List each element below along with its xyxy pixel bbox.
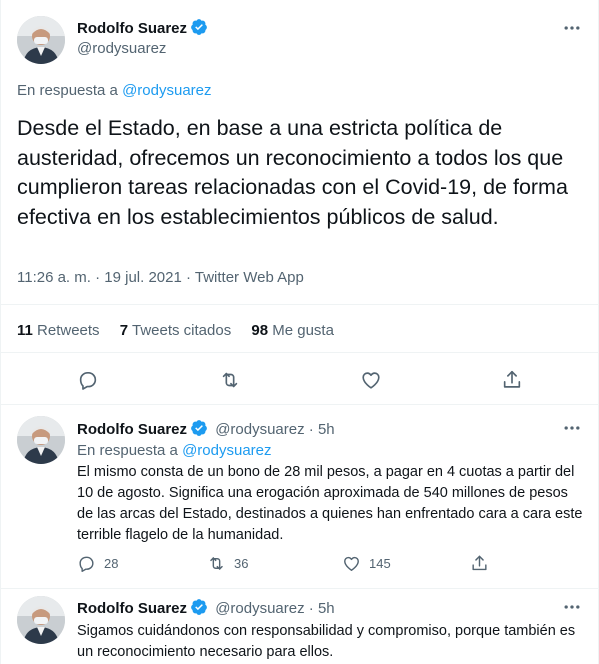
divider xyxy=(1,588,598,589)
tweet-text: Desde el Estado, en base a una estricta … xyxy=(17,116,568,229)
reply-icon xyxy=(79,556,94,572)
more-options-icon[interactable] xyxy=(562,18,582,38)
reply-text: Sigamos cuidándonos con responsabilidad … xyxy=(77,623,576,660)
retweet-icon[interactable] xyxy=(219,369,241,391)
share-icon[interactable] xyxy=(501,369,523,391)
tweet-thread: Rodolfo Suarez @rodysuarez En respuesta … xyxy=(0,0,599,664)
likes-label: Me gusta xyxy=(272,322,334,339)
reply-action[interactable]: 28 xyxy=(77,554,118,573)
avatar[interactable] xyxy=(17,596,65,644)
like-count: 145 xyxy=(369,556,391,571)
like-action[interactable]: 145 xyxy=(342,554,391,573)
retweet-action[interactable]: 36 xyxy=(207,554,248,573)
reply-context: En respuesta a @rodysuarez xyxy=(17,82,212,99)
reply-prefix: En respuesta a xyxy=(17,82,118,99)
likes-stat[interactable]: 98 Me gusta xyxy=(251,322,334,339)
verified-badge-icon xyxy=(191,420,207,436)
retweet-icon xyxy=(210,557,223,570)
reply-text: El mismo consta de un bono de 28 mil pes… xyxy=(77,464,583,543)
share-action[interactable] xyxy=(470,554,489,573)
author-handle[interactable]: @rodysuarez xyxy=(215,600,304,617)
tweet-timestamp[interactable]: 11:26 a. m. · 19 jul. 2021 · Twitter Web… xyxy=(17,269,304,286)
divider xyxy=(1,304,598,305)
reply-header: Rodolfo Suarez @rodysuarez · 5h xyxy=(77,598,335,617)
author-name[interactable]: Rodolfo Suarez xyxy=(77,20,187,37)
reply-to-handle[interactable]: @rodysuarez xyxy=(122,82,211,99)
author-name[interactable]: Rodolfo Suarez xyxy=(77,421,187,438)
divider xyxy=(1,404,598,405)
verified-badge-icon xyxy=(191,19,207,35)
avatar-photo-icon xyxy=(17,16,65,64)
reply-context: En respuesta a @rodysuarez xyxy=(77,442,272,459)
verified-badge-icon xyxy=(191,599,207,615)
retweets-stat[interactable]: 11 Retweets xyxy=(17,322,100,339)
more-options-icon[interactable] xyxy=(562,597,582,617)
reply-header: Rodolfo Suarez @rodysuarez · 5h xyxy=(77,419,335,438)
author-name[interactable]: Rodolfo Suarez xyxy=(77,600,187,617)
avatar[interactable] xyxy=(17,416,65,464)
quotes-count: 7 xyxy=(119,322,129,339)
reply-count: 28 xyxy=(104,556,119,571)
author-handle[interactable]: @rodysuarez xyxy=(77,40,166,57)
avatar-photo-icon xyxy=(17,416,65,464)
retweets-label: Retweets xyxy=(37,322,100,339)
like-icon[interactable] xyxy=(360,369,382,391)
author-handle[interactable]: @rodysuarez xyxy=(215,421,304,438)
tweet-time[interactable]: · 5h xyxy=(309,600,335,617)
tweet-time[interactable]: · 5h xyxy=(309,421,335,438)
divider xyxy=(1,352,598,353)
share-icon xyxy=(472,555,487,571)
like-icon xyxy=(344,556,359,571)
quotes-label: Tweets citados xyxy=(131,322,232,339)
quotes-stat[interactable]: 7 Tweets citados xyxy=(120,322,231,339)
tweet-stats: 11 Retweets 7 Tweets citados 98 Me gusta xyxy=(17,322,334,339)
reply-to-handle[interactable]: @rodysuarez xyxy=(182,442,271,459)
reply-icon[interactable] xyxy=(77,369,99,391)
likes-count: 98 xyxy=(251,322,269,339)
avatar-photo-icon xyxy=(17,596,65,644)
retweet-count: 36 xyxy=(234,556,249,571)
retweets-count: 11 xyxy=(17,322,33,339)
avatar[interactable] xyxy=(17,16,65,64)
reply-prefix: En respuesta a xyxy=(77,442,178,459)
more-options-icon[interactable] xyxy=(562,418,582,438)
